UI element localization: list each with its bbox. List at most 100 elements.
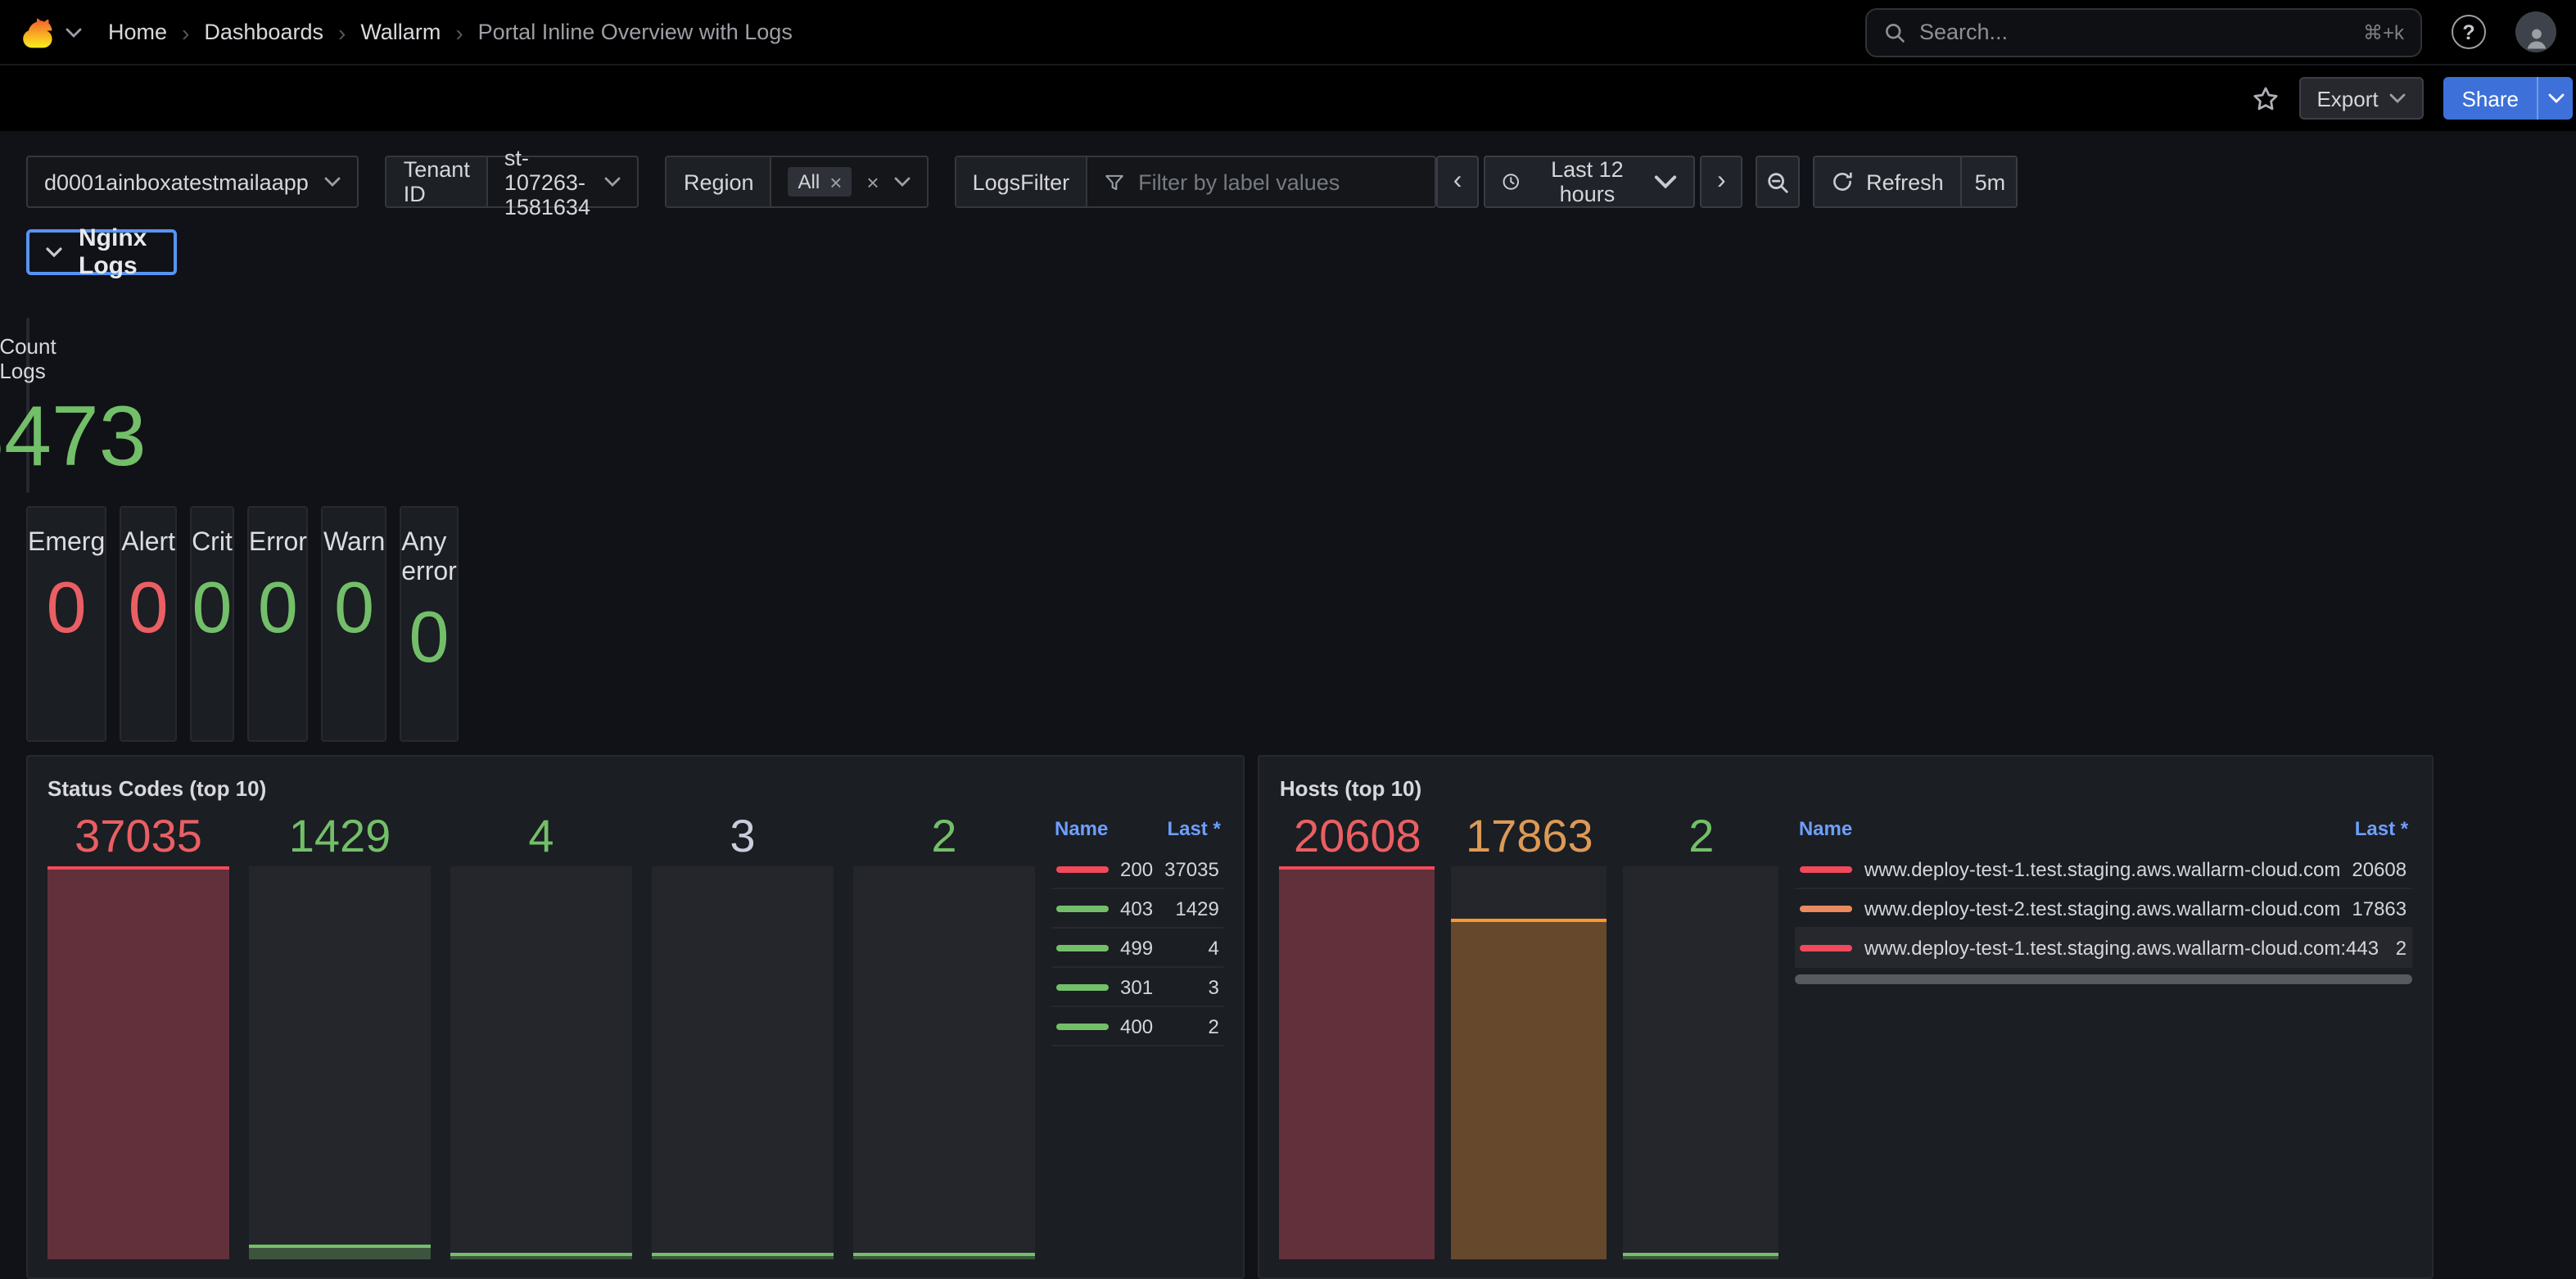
stat-value: 0 <box>409 598 450 680</box>
bar-col-host-2[interactable]: 17863 <box>1452 812 1607 1259</box>
bar-track <box>450 866 632 1259</box>
legend-name: www.deploy-test-1.test.staging.aws.walla… <box>1864 936 2379 959</box>
panel-title: Hosts (top 10) <box>1280 776 2411 801</box>
legend-value: 4 <box>1208 936 1218 959</box>
bar-value: 37035 <box>47 812 229 866</box>
region-chip[interactable]: All × <box>789 167 852 197</box>
star-icon[interactable] <box>2251 84 2279 112</box>
panel-title: Emerg <box>28 529 105 558</box>
bar-fill <box>450 1253 632 1259</box>
bar-track <box>1452 866 1607 1259</box>
horizontal-scrollbar[interactable] <box>1796 974 2411 984</box>
legend-row[interactable]: 400 2 <box>1051 1007 1224 1046</box>
legend-row[interactable]: 301 3 <box>1051 968 1224 1007</box>
logs-filter-input[interactable]: Filter by label values <box>1087 157 1435 206</box>
time-controls: ‹ Last 12 hours › Refresh <box>1436 156 2018 208</box>
bar-col-host-3[interactable]: 2 <box>1624 812 1779 1259</box>
legend-value: 2 <box>2396 936 2407 959</box>
legend-row[interactable]: www.deploy-test-2.test.staging.aws.walla… <box>1796 889 2411 929</box>
dashboard-body: d0001ainboxatestmailaapp Tenant ID st-10… <box>0 156 52 162</box>
legend-value: 17863 <box>2352 897 2407 920</box>
bar-col-host-1[interactable]: 20608 <box>1280 812 1435 1259</box>
row-nginx-logs[interactable]: Nginx Logs <box>26 229 176 275</box>
bar-col-200[interactable]: 37035 <box>47 812 229 1259</box>
zoom-out-button[interactable] <box>1756 156 1799 208</box>
refresh-button[interactable]: Refresh <box>1814 157 1960 206</box>
bar-gauge: 20608 17863 2 <box>1280 812 1779 1259</box>
bar-fill <box>652 1253 834 1259</box>
legend-value: 1429 <box>1175 897 1218 920</box>
legend-row[interactable]: 499 4 <box>1051 929 1224 968</box>
legend-row[interactable]: www.deploy-test-1.test.staging.aws.walla… <box>1796 929 2411 968</box>
legend-value-header[interactable]: Last * <box>2355 817 2408 840</box>
logs-filter-variable: LogsFilter Filter by label values <box>955 156 1437 208</box>
remove-region-value-icon[interactable]: × <box>829 171 842 192</box>
bar-fill <box>1452 919 1607 1259</box>
legend-row[interactable]: www.deploy-test-1.test.staging.aws.walla… <box>1796 850 2411 889</box>
panel-title: Error <box>249 529 307 558</box>
breadcrumb-wallarm[interactable]: Wallarm <box>360 20 441 44</box>
bar-col-301[interactable]: 3 <box>652 812 834 1259</box>
bar-col-499[interactable]: 4 <box>450 812 632 1259</box>
legend-name-header[interactable]: Name <box>1055 817 1108 840</box>
panel-title: Status Codes (top 10) <box>47 776 1224 801</box>
legend-value-header[interactable]: Last * <box>1167 817 1220 840</box>
panel-any-error: Any error 0 <box>400 506 459 742</box>
legend-header: Name Last * <box>1796 812 2411 850</box>
grafana-logo-icon[interactable] <box>20 14 56 50</box>
filter-icon <box>1104 171 1125 192</box>
bar-col-403[interactable]: 1429 <box>249 812 431 1259</box>
region-select[interactable]: All × × <box>772 157 927 206</box>
legend-value: 2 <box>1208 1015 1218 1037</box>
avatar[interactable] <box>2515 11 2556 52</box>
legend-name: 400 <box>1120 1015 1153 1037</box>
user-icon <box>2521 23 2551 52</box>
breadcrumb-home[interactable]: Home <box>108 20 167 44</box>
refresh-interval-select[interactable]: 5m <box>1960 157 2018 206</box>
legend-row[interactable]: 403 1429 <box>1051 889 1224 929</box>
refresh-label: Refresh <box>1866 169 1944 194</box>
series-color-icon <box>1801 905 1853 911</box>
refresh-controls: Refresh 5m <box>1812 156 2018 208</box>
stat-value: 0 <box>258 568 298 650</box>
bar-fill <box>1624 1253 1779 1259</box>
logs-filter-placeholder: Filter by label values <box>1138 169 1340 194</box>
time-shift-forward-button[interactable]: › <box>1700 156 1742 208</box>
search-placeholder: Search... <box>1919 20 2008 44</box>
share-menu-toggle[interactable] <box>2537 77 2573 120</box>
time-range-label: Last 12 hours <box>1533 157 1641 206</box>
chevron-down-icon[interactable] <box>66 27 82 37</box>
export-button[interactable]: Export <box>2298 77 2424 120</box>
legend-row[interactable]: 200 37035 <box>1051 850 1224 889</box>
legend-value: 3 <box>1208 975 1218 998</box>
legend-name: 301 <box>1120 975 1153 998</box>
bar-value: 2 <box>853 812 1035 866</box>
time-range-picker[interactable]: Last 12 hours <box>1484 156 1696 208</box>
refresh-interval-value: 5m <box>1975 169 2006 194</box>
clear-region-icon[interactable]: × <box>866 171 879 192</box>
stat-value: 0 <box>192 568 232 650</box>
search-input[interactable]: Search... ⌘+k <box>1865 7 2422 56</box>
legend-name: www.deploy-test-2.test.staging.aws.walla… <box>1864 897 2341 920</box>
help-icon[interactable]: ? <box>2452 15 2486 49</box>
dashboard-toolbar: Export Share <box>0 66 2576 131</box>
chevron-down-icon <box>325 177 341 187</box>
legend-value: 37035 <box>1164 857 1219 880</box>
legend-name-header[interactable]: Name <box>1799 817 1852 840</box>
tenant-select[interactable]: st-107263-1581634 <box>488 157 638 206</box>
bar-fill <box>853 1253 1035 1259</box>
breadcrumb-dashboards[interactable]: Dashboards <box>204 20 323 44</box>
tenant-label: Tenant ID <box>387 157 488 206</box>
bar-value: 17863 <box>1452 812 1607 866</box>
series-color-icon <box>1056 944 1109 951</box>
series-color-icon <box>1056 865 1109 872</box>
bar-col-400[interactable]: 2 <box>853 812 1035 1259</box>
chevron-down-icon <box>894 177 911 187</box>
tenant-value: st-107263-1581634 <box>504 145 590 219</box>
share-button[interactable]: Share <box>2444 77 2573 120</box>
time-shift-back-button[interactable]: ‹ <box>1436 156 1479 208</box>
app-select[interactable]: d0001ainboxatestmailaapp <box>26 156 359 208</box>
series-color-icon <box>1801 944 1853 951</box>
series-color-icon <box>1056 905 1109 911</box>
time-range-cluster: ‹ Last 12 hours › <box>1436 156 1742 208</box>
